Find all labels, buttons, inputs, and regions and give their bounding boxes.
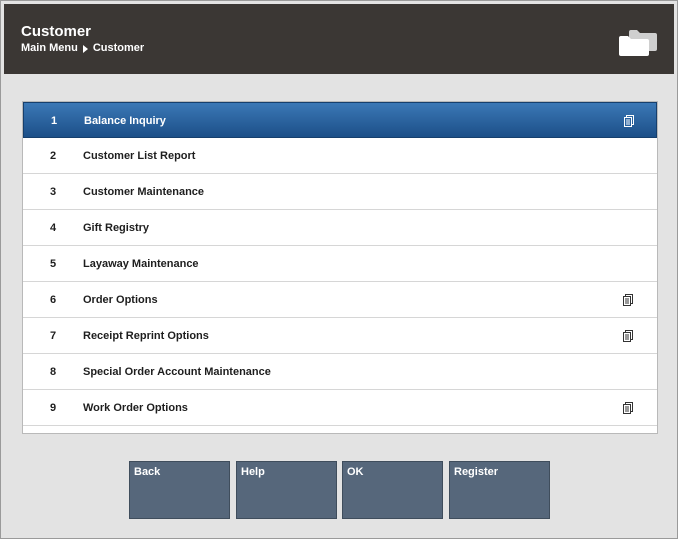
menu-item-order-options[interactable]: 6 Order Options xyxy=(23,282,657,318)
menu-item-number: 3 xyxy=(50,186,57,198)
menu-item-work-order-options[interactable]: 9 Work Order Options xyxy=(23,390,657,426)
submenu-icon xyxy=(623,294,633,306)
breadcrumb: Main Menu Customer xyxy=(21,42,144,54)
menu-item-label: Customer Maintenance xyxy=(83,186,205,198)
menu-item-label: Receipt Reprint Options xyxy=(83,330,209,342)
menu-item-number: 5 xyxy=(50,258,57,270)
menu-item-label: Layaway Maintenance xyxy=(83,258,199,270)
menu-item-number: 9 xyxy=(50,402,57,414)
menu-item-label: Balance Inquiry xyxy=(84,115,166,127)
help-button[interactable]: Help xyxy=(236,461,337,519)
menu-list: 1 Balance Inquiry 2 Customer List Report… xyxy=(22,101,658,434)
folder-stack-icon xyxy=(619,30,657,56)
menu-item-gift-registry[interactable]: 4 Gift Registry xyxy=(23,210,657,246)
menu-item-balance-inquiry[interactable]: 1 Balance Inquiry xyxy=(23,102,657,138)
menu-item-number: 6 xyxy=(50,294,57,306)
menu-item-label: Gift Registry xyxy=(83,222,150,234)
menu-item-special-order-account-maintenance[interactable]: 8 Special Order Account Maintenance xyxy=(23,354,657,390)
submenu-icon xyxy=(623,402,633,414)
header-bar: Customer Main Menu Customer xyxy=(4,4,674,74)
menu-item-number: 4 xyxy=(50,222,57,234)
menu-item-number: 2 xyxy=(50,150,57,162)
ok-button[interactable]: OK xyxy=(342,461,443,519)
back-button[interactable]: Back xyxy=(129,461,230,519)
breadcrumb-arrow-icon xyxy=(82,44,88,53)
menu-item-customer-list-report[interactable]: 2 Customer List Report xyxy=(23,138,657,174)
breadcrumb-customer: Customer xyxy=(92,42,145,54)
ok-button-label: OK xyxy=(347,466,364,478)
submenu-icon xyxy=(623,330,633,342)
menu-item-layaway-maintenance[interactable]: 5 Layaway Maintenance xyxy=(23,246,657,282)
page-title: Customer xyxy=(21,23,92,40)
menu-item-customer-maintenance[interactable]: 3 Customer Maintenance xyxy=(23,174,657,210)
menu-item-receipt-reprint-options[interactable]: 7 Receipt Reprint Options xyxy=(23,318,657,354)
menu-item-label: Customer List Report xyxy=(83,150,196,162)
menu-item-number: 1 xyxy=(51,115,58,127)
menu-item-number: 7 xyxy=(50,330,57,342)
breadcrumb-main-menu[interactable]: Main Menu xyxy=(21,42,78,54)
help-button-label: Help xyxy=(241,466,265,478)
menu-item-label: Special Order Account Maintenance xyxy=(83,366,271,378)
menu-item-label: Work Order Options xyxy=(83,402,188,414)
menu-item-label: Order Options xyxy=(83,294,158,306)
register-button[interactable]: Register xyxy=(449,461,550,519)
menu-item-number: 8 xyxy=(50,366,57,378)
back-button-label: Back xyxy=(134,466,161,478)
submenu-icon xyxy=(624,115,634,127)
register-button-label: Register xyxy=(454,466,499,478)
